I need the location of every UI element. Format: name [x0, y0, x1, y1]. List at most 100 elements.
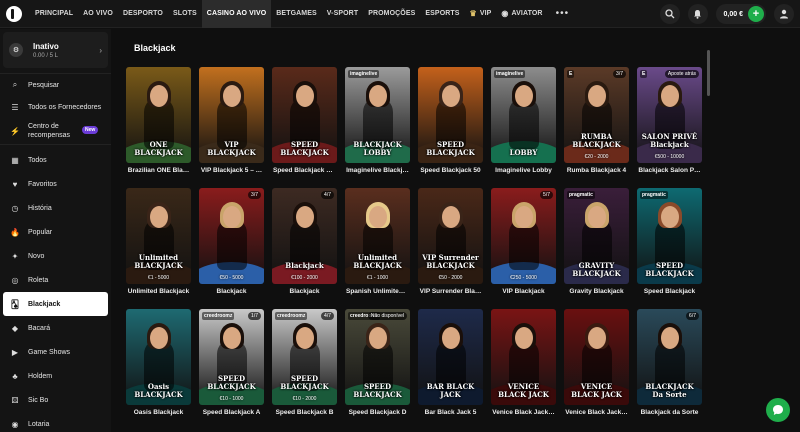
game-title[interactable]: VIP Blackjack 5 – … [199, 167, 264, 174]
game-title[interactable]: Venice Black Jack… [491, 409, 556, 416]
game-card[interactable]: Unlimited BLACKJACK €1 - 5000 Unlimited Bl… [126, 188, 191, 309]
game-thumbnail[interactable]: creedroomz 1/7 SPEED BLACKJACK €10 - 1000 [199, 309, 264, 405]
game-title[interactable]: Speed Blackjack D [345, 409, 410, 416]
game-title[interactable]: Brazilian ONE Bla… [126, 167, 191, 174]
game-card[interactable]: 5/7 €250 - 5000 VIP Blackjack [491, 188, 556, 309]
game-card[interactable]: SPEED BLACKJACK Speed Blackjack 1… [272, 67, 337, 188]
game-thumbnail[interactable]: SPEED BLACKJACK [418, 67, 483, 163]
game-card[interactable]: 6/7 BLACKJACK Da Sorte Blackjack da Sorte [637, 309, 702, 430]
sidebar-item-game-shows[interactable]: ▶ Game Shows [0, 340, 111, 364]
game-thumbnail[interactable]: VIP Surrender BLACKJACK €50 - 2000 [418, 188, 483, 284]
game-title[interactable]: Oasis Blackjack [126, 409, 191, 416]
site-logo[interactable] [6, 5, 22, 22]
game-thumbnail[interactable]: Oasis BLACKJACK [126, 309, 191, 405]
game-title[interactable]: Blackjack da Sorte [637, 409, 702, 416]
game-thumbnail[interactable]: imaginelive BLACKJACK LOBBY [345, 67, 410, 163]
game-thumbnail[interactable]: pragmatic SPEED BLACKJACK [637, 188, 702, 284]
game-card[interactable]: Oasis BLACKJACK Oasis Blackjack [126, 309, 191, 430]
game-title[interactable]: Blackjack Salon P… [637, 167, 702, 174]
game-card[interactable]: VENICE BLACK JACK Venice Black Jack… [491, 309, 556, 430]
sidebar-item-bacara[interactable]: ◆ Bacará [0, 316, 111, 340]
game-card[interactable]: VIP BLACKJACK VIP Blackjack 5 – … [199, 67, 264, 188]
more-menu-button[interactable]: ••• [548, 8, 578, 19]
nav-item-betgames[interactable]: BETGAMES [271, 0, 321, 28]
sidebar-tool-pesquisar[interactable]: ⌕ Pesquisar [0, 74, 111, 96]
game-card[interactable]: VENICE BLACK JACK Venice Black Jack… [564, 309, 629, 430]
game-title[interactable]: Venice Black Jack… [564, 409, 629, 416]
game-card[interactable]: E 3/7 RUMBA BLACKJACK €20 - 2000 Rumba Black… [564, 67, 629, 188]
game-card[interactable]: 3/7 €50 - 5000 Blackjack [199, 188, 264, 309]
game-thumbnail[interactable]: 5/7 €250 - 5000 [491, 188, 556, 284]
sidebar-item-sic-bo[interactable]: ⚄ Sic Bo [0, 388, 111, 412]
sidebar-item-popular[interactable]: 🔥 Popular [0, 220, 111, 244]
game-thumbnail[interactable]: VENICE BLACK JACK [564, 309, 629, 405]
game-card[interactable]: creedroomz 1/7 SPEED BLACKJACK €10 - 1000 Sp… [199, 309, 264, 430]
game-thumbnail[interactable]: ONE BLACKJACK [126, 67, 191, 163]
game-card[interactable]: ONE BLACKJACK Brazilian ONE Bla… [126, 67, 191, 188]
nav-item-slots[interactable]: SLOTS [168, 0, 202, 28]
game-card[interactable]: imaginelive LOBBY Imaginelive Lobby [491, 67, 556, 188]
game-title[interactable]: Spanish Unlimited… [345, 288, 410, 295]
game-thumbnail[interactable]: 3/7 €50 - 5000 [199, 188, 264, 284]
sidebar-item-todos[interactable]: ▦ Todos [0, 148, 111, 172]
deposit-plus-button[interactable]: + [748, 6, 764, 22]
sidebar-item-novo[interactable]: ✦ Novo [0, 244, 111, 268]
game-card[interactable]: Unlimited BLACKJACK €1 - 1000 Spanish Unli… [345, 188, 410, 309]
sidebar-tool-centro-de-recompensas[interactable]: ⚡ Centro de recompensas New [0, 118, 111, 144]
game-card[interactable]: SPEED BLACKJACK Speed Blackjack 50 [418, 67, 483, 188]
game-card[interactable]: 4/7 Blackjack €100 - 2000 Blackjack [272, 188, 337, 309]
nav-item-promocoes[interactable]: PROMOÇÕES [363, 0, 420, 28]
game-title[interactable]: Speed Blackjack A [199, 409, 264, 416]
game-card[interactable]: E Aposte atrás SALON PRIVÉ Blackjack €500 -… [637, 67, 702, 188]
game-thumbnail[interactable]: VENICE BLACK JACK [491, 309, 556, 405]
game-thumbnail[interactable]: E 3/7 RUMBA BLACKJACK €20 - 2000 [564, 67, 629, 163]
sidebar-item-historia[interactable]: ◷ História [0, 196, 111, 220]
game-title[interactable]: Speed Blackjack [637, 288, 702, 295]
game-card[interactable]: imaginelive BLACKJACK LOBBY Imaginelive Bl… [345, 67, 410, 188]
game-title[interactable]: Speed Blackjack B [272, 409, 337, 416]
game-thumbnail[interactable]: creedroomz 4/7 SPEED BLACKJACK €10 - 2000 [272, 309, 337, 405]
game-thumbnail[interactable]: SPEED BLACKJACK [272, 67, 337, 163]
game-title[interactable]: VIP Surrender Bla… [418, 288, 483, 295]
game-title[interactable]: Bar Black Jack 5 [418, 409, 483, 416]
chat-button[interactable] [766, 398, 790, 422]
account-button[interactable] [774, 4, 794, 24]
game-title[interactable]: Speed Blackjack 50 [418, 167, 483, 174]
nav-item-vip[interactable]: ♛ VIP [465, 0, 497, 28]
game-thumbnail[interactable]: 4/7 Blackjack €100 - 2000 [272, 188, 337, 284]
game-thumbnail[interactable]: 6/7 BLACKJACK Da Sorte [637, 309, 702, 405]
game-title[interactable]: Blackjack [272, 288, 337, 295]
sidebar-item-blackjack[interactable]: 🂡 Blackjack [3, 292, 108, 316]
game-title[interactable]: Gravity Blackjack [564, 288, 629, 295]
nav-item-desporto[interactable]: DESPORTO [118, 0, 168, 28]
sidebar-item-lotaria[interactable]: ◉ Lotaria [0, 412, 111, 432]
game-title[interactable]: Imaginelive Blackj… [345, 167, 410, 174]
nav-item-ao-vivo[interactable]: AO VIVO [78, 0, 118, 28]
game-thumbnail[interactable]: creedroomz Não disponível SPEED BLACKJACK [345, 309, 410, 405]
sidebar-tool-todos-os-fornecedores[interactable]: ☰ Todos os Fornecedores [0, 96, 111, 118]
scrollbar-thumb[interactable] [707, 50, 710, 96]
sidebar-item-favoritos[interactable]: ♥ Favoritos [0, 172, 111, 196]
game-card[interactable]: creedroomz 4/7 SPEED BLACKJACK €10 - 2000 Sp… [272, 309, 337, 430]
game-card[interactable]: pragmatic GRAVITY BLACKJACK Gravity Blackj… [564, 188, 629, 309]
game-thumbnail[interactable]: E Aposte atrás SALON PRIVÉ Blackjack €500 -… [637, 67, 702, 163]
balance-widget[interactable]: 0,00 € + [715, 4, 766, 24]
game-title[interactable]: Imaginelive Lobby [491, 167, 556, 174]
notifications-button[interactable] [687, 4, 708, 24]
nav-item-casino-ao-vivo[interactable]: CASINO AO VIVO [201, 0, 272, 28]
game-title[interactable]: Blackjack [199, 288, 264, 295]
game-card[interactable]: VIP Surrender BLACKJACK €50 - 2000 VIP Sur… [418, 188, 483, 309]
game-card[interactable]: creedroomz Não disponível SPEED BLACKJACK S… [345, 309, 410, 430]
game-thumbnail[interactable]: imaginelive LOBBY [491, 67, 556, 163]
nav-item-esports[interactable]: ESPORTS [420, 0, 464, 28]
profile-card[interactable]: ⚙ Inativo 0.00 / 5 L › [3, 32, 108, 68]
game-thumbnail[interactable]: Unlimited BLACKJACK €1 - 1000 [345, 188, 410, 284]
game-card[interactable]: pragmatic SPEED BLACKJACK Speed Blackjack [637, 188, 702, 309]
nav-item-v-sport[interactable]: V-SPORT [322, 0, 363, 28]
game-card[interactable]: BAR BLACK JACK Bar Black Jack 5 [418, 309, 483, 430]
game-thumbnail[interactable]: VIP BLACKJACK [199, 67, 264, 163]
sidebar-item-holdem[interactable]: ♣ Holdem [0, 364, 111, 388]
game-thumbnail[interactable]: Unlimited BLACKJACK €1 - 5000 [126, 188, 191, 284]
game-title[interactable]: VIP Blackjack [491, 288, 556, 295]
nav-item-aviator[interactable]: ◉ AVIATOR [496, 0, 547, 28]
